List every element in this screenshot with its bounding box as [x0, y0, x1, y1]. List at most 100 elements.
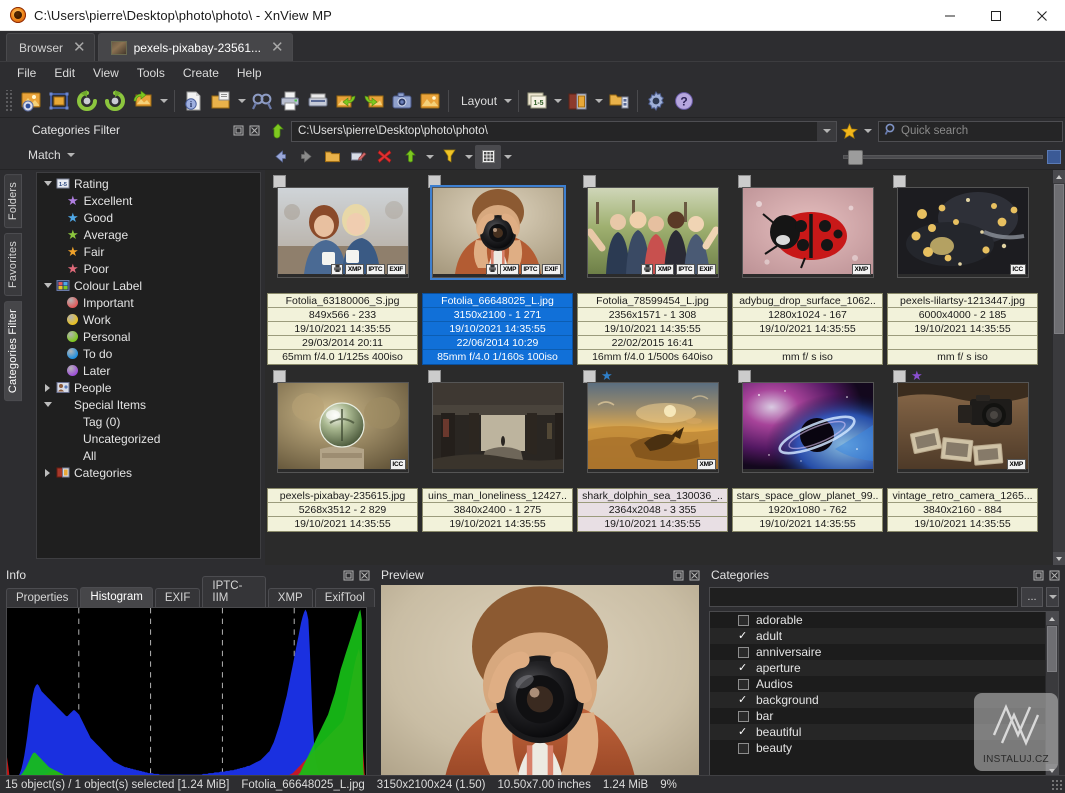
tree-node[interactable]: 1-5Rating: [37, 175, 260, 192]
thumbnail-metadata[interactable]: Fotolia_78599454_L.jpg2356x1571 - 1 3081…: [577, 293, 728, 365]
sidebar-item-folders[interactable]: Folders: [4, 174, 22, 228]
thumbnail-image-area[interactable]: ICC: [265, 365, 420, 485]
favorites-dropdown-icon[interactable]: [861, 117, 874, 145]
chevron-down-icon[interactable]: [41, 181, 54, 186]
scan-icon[interactable]: [304, 87, 332, 115]
thumbnail-item[interactable]: XMPIPTCEXIFFotolia_63180006_S.jpg849x566…: [265, 170, 420, 365]
category-row[interactable]: ✓adult: [710, 628, 1058, 644]
tree-node[interactable]: Personal: [37, 328, 260, 345]
maximize-button[interactable]: [973, 0, 1019, 31]
tree-node[interactable]: Tag (0): [37, 413, 260, 430]
layout-dropdown-icon[interactable]: [501, 87, 514, 115]
thumbnail-metadata[interactable]: adybug_drop_surface_1062..1280x1024 - 16…: [732, 293, 883, 365]
chevron-down-icon[interactable]: [41, 283, 54, 288]
thumbnail-photo[interactable]: ICC: [277, 382, 409, 473]
slider-track[interactable]: [843, 155, 1043, 159]
export-icon[interactable]: [360, 87, 388, 115]
thumbnail-metadata[interactable]: shark_dolphin_sea_130036_..2364x2048 - 3…: [577, 488, 728, 532]
star-icon[interactable]: [837, 119, 861, 143]
thumbnail-image-area[interactable]: [420, 365, 575, 485]
thumbnail-image-area[interactable]: XMPIPTCEXIF: [420, 170, 575, 290]
thumbnail-photo[interactable]: XMP: [587, 382, 719, 473]
back-icon[interactable]: [267, 145, 293, 169]
categories-search-input[interactable]: [709, 587, 1018, 607]
batch-rename-dropdown-icon[interactable]: [235, 87, 248, 115]
thumbnail-metadata[interactable]: pexels-lilartsy-1213447.jpg6000x4000 - 2…: [887, 293, 1038, 365]
thumbnail-metadata[interactable]: Fotolia_66648025_L.jpg3150x2100 - 1 2711…: [422, 293, 573, 365]
tree-node[interactable]: ★Average: [37, 226, 260, 243]
print-icon[interactable]: [276, 87, 304, 115]
filter-dropdown-icon[interactable]: [462, 143, 475, 171]
view-mode-icon[interactable]: [475, 145, 501, 169]
convert-icon[interactable]: [129, 87, 157, 115]
thumbnail-size-slider[interactable]: [843, 150, 1065, 164]
thumbnail-photo[interactable]: XMPIPTCEXIF: [587, 187, 719, 278]
thumbnail-item[interactable]: XMPIPTCEXIFFotolia_66648025_L.jpg3150x21…: [420, 170, 575, 365]
thumbnail-image-area[interactable]: ★ XMP: [885, 365, 1040, 485]
parent-folder-icon[interactable]: [265, 123, 291, 139]
category-checkbox[interactable]: [738, 647, 749, 658]
tree-node[interactable]: ★Fair: [37, 243, 260, 260]
close-button[interactable]: [1019, 0, 1065, 31]
close-icon[interactable]: ✕: [271, 40, 284, 55]
thumbnail-image-area[interactable]: ★ XMP: [575, 365, 730, 485]
thumbnail-photo[interactable]: [432, 382, 564, 473]
preview-image[interactable]: [381, 585, 699, 793]
thumbnail-browser[interactable]: XMPIPTCEXIFFotolia_63180006_S.jpg849x566…: [265, 170, 1065, 565]
open-image-icon[interactable]: [17, 87, 45, 115]
thumbnail-rating-icon[interactable]: 1-5: [523, 87, 551, 115]
thumbnail-item[interactable]: ICC pexels-lilartsy-1213447.jpg6000x4000 …: [885, 170, 1040, 365]
slider-thumb[interactable]: [848, 150, 863, 165]
undock-icon[interactable]: [232, 124, 245, 137]
tree-node[interactable]: People: [37, 379, 260, 396]
scrollbar-thumb[interactable]: [1047, 626, 1057, 672]
tree-node[interactable]: Work: [37, 311, 260, 328]
tab-browser[interactable]: Browser ✕: [6, 33, 95, 61]
search-input[interactable]: [901, 125, 1057, 137]
tree-node[interactable]: Colour Label: [37, 277, 260, 294]
close-panel-icon[interactable]: [688, 569, 701, 582]
undock-icon[interactable]: [1032, 569, 1045, 582]
thumbnail-photo[interactable]: ICC: [897, 187, 1029, 278]
tab-xmp[interactable]: XMP: [268, 588, 313, 607]
thumbnail-metadata[interactable]: vintage_retro_camera_1265...3840x2160 - …: [887, 488, 1038, 532]
thumbnail-image-area[interactable]: ICC: [885, 170, 1040, 290]
tab-iptc-iim[interactable]: IPTC-IIM: [202, 576, 265, 607]
chevron-down-icon[interactable]: [817, 122, 836, 141]
tab-image[interactable]: pexels-pixabay-23561... ✕: [98, 33, 293, 61]
tab-histogram[interactable]: Histogram: [80, 587, 152, 607]
slideshow-icon[interactable]: [416, 87, 444, 115]
category-checkbox[interactable]: [738, 743, 749, 754]
category-checkbox[interactable]: [738, 679, 749, 690]
rotate-right-icon[interactable]: [101, 87, 129, 115]
scroll-up-button[interactable]: [1046, 612, 1058, 625]
toolbar-grip[interactable]: [4, 90, 13, 112]
settings-icon[interactable]: [642, 87, 670, 115]
chevron-down-icon[interactable]: [1046, 587, 1059, 607]
thumbnail-item[interactable]: XMPIPTCEXIF Fotolia_78599454_L.jpg2356x15…: [575, 170, 730, 365]
undock-icon[interactable]: [672, 569, 685, 582]
categories-filter-tree[interactable]: 1-5Rating★Excellent★Good★Average★Fair★Po…: [36, 172, 261, 559]
tree-node[interactable]: All: [37, 447, 260, 464]
search-icon[interactable]: [248, 87, 276, 115]
address-input[interactable]: C:\Users\pierre\Desktop\photo\photo\: [291, 121, 837, 142]
thumbnail-image-area[interactable]: [730, 365, 885, 485]
thumbnail-item[interactable]: XMPadybug_drop_surface_1062..1280x1024 -…: [730, 170, 885, 365]
tree-node[interactable]: To do: [37, 345, 260, 362]
menu-file[interactable]: File: [8, 64, 45, 82]
view-mode-dropdown-icon[interactable]: [501, 143, 514, 171]
menu-edit[interactable]: Edit: [45, 64, 84, 82]
thumbnail-item[interactable]: ★ XMPvintage_retro_camera_1265...3840x21…: [885, 365, 1040, 532]
tree-node[interactable]: Special Items: [37, 396, 260, 413]
thumbnail-photo[interactable]: XMP: [897, 382, 1029, 473]
close-panel-icon[interactable]: [1048, 569, 1061, 582]
close-panel-icon[interactable]: [248, 124, 261, 137]
thumbnail-image-area[interactable]: XMPIPTCEXIF: [265, 170, 420, 290]
chevron-right-icon[interactable]: [41, 384, 54, 392]
sidebar-item-favorites[interactable]: Favorites: [4, 233, 22, 296]
resize-grip[interactable]: [1051, 779, 1063, 791]
info-icon[interactable]: i: [179, 87, 207, 115]
import-icon[interactable]: [332, 87, 360, 115]
tab-exif[interactable]: EXIF: [155, 588, 201, 607]
thumbnail-metadata[interactable]: stars_space_glow_planet_99..1920x1080 - …: [732, 488, 883, 532]
